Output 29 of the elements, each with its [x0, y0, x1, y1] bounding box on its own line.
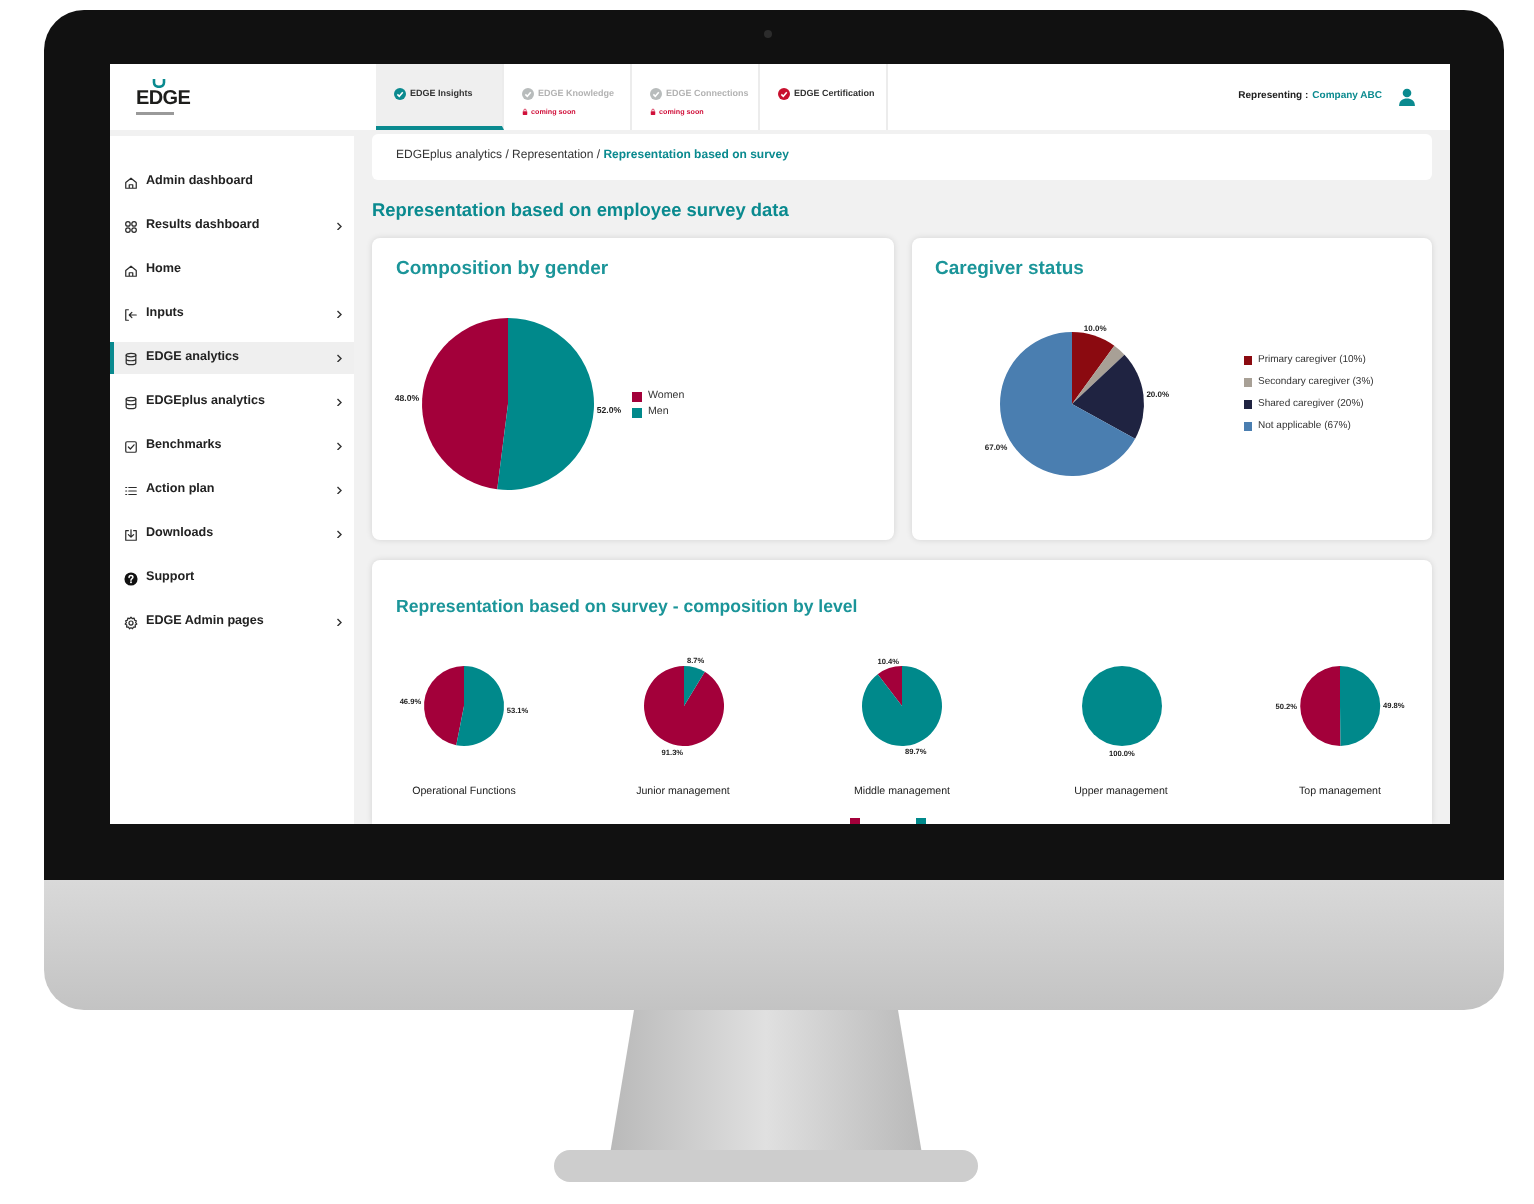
lock-icon [522, 108, 528, 116]
house-icon [124, 175, 138, 189]
chevron-right-icon [336, 221, 342, 231]
card-title: Representation based on survey - composition by level [394, 594, 860, 618]
lock-icon [650, 108, 656, 116]
gear-icon [124, 615, 138, 629]
chevron-right-icon [336, 309, 342, 319]
help-icon [124, 571, 138, 585]
chevron-right-icon [336, 353, 342, 363]
database-icon [124, 351, 138, 365]
download-icon [124, 527, 138, 541]
database-icon [124, 395, 138, 409]
card-title: Composition by gender [394, 256, 611, 282]
chevron-right-icon [336, 441, 342, 451]
check-square-icon [124, 439, 138, 453]
chevron-right-icon [336, 397, 342, 407]
logo-emblem-icon [152, 78, 166, 89]
sign-in-arrow-icon [124, 307, 138, 321]
card-title: Caregiver status [933, 256, 1086, 282]
list-icon [124, 483, 138, 497]
house-icon [124, 263, 138, 277]
grid-icon [124, 219, 138, 233]
chevron-right-icon [336, 617, 342, 627]
page-title: Representation based on employee survey data [372, 198, 791, 222]
chevron-right-icon [336, 529, 342, 539]
logo-tagline-drawing [136, 112, 174, 116]
logo-wordmark: EDGE [136, 90, 191, 111]
chevron-right-icon [336, 485, 342, 495]
user-icon[interactable] [1398, 88, 1416, 106]
